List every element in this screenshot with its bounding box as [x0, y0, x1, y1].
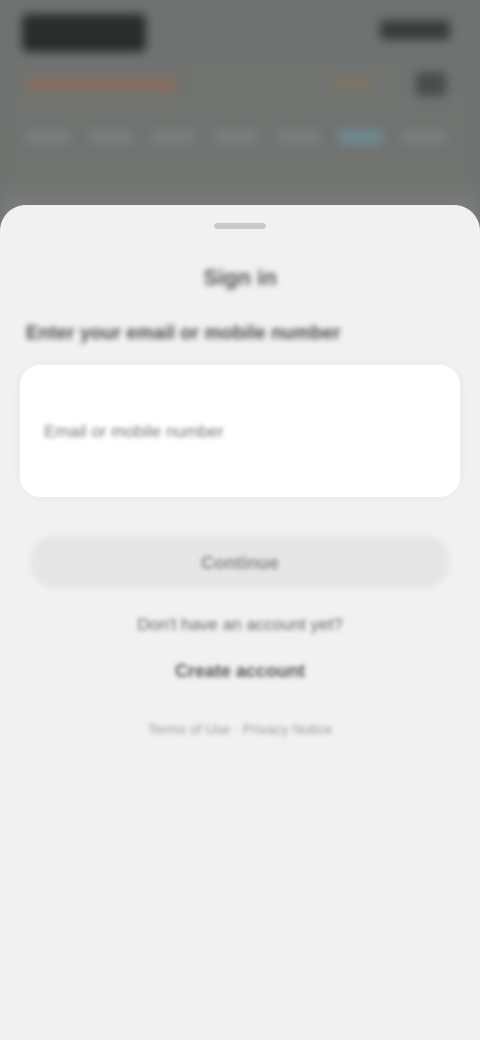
- email-field[interactable]: [42, 421, 426, 443]
- legal-links[interactable]: Terms of Use · Privacy Notice: [0, 721, 480, 737]
- background-nav-item: [339, 130, 384, 144]
- background-ticker-secondary: [330, 78, 370, 90]
- background-logo: [22, 14, 146, 52]
- sign-in-sheet: Sign in Enter your email or mobile numbe…: [0, 205, 480, 1040]
- background-nav-item: [26, 130, 70, 144]
- sheet-heading: Enter your email or mobile number: [26, 323, 341, 344]
- email-field-container[interactable]: [20, 365, 460, 497]
- background-nav-item: [213, 130, 258, 144]
- continue-button[interactable]: Continue: [30, 535, 450, 589]
- background-nav-item: [401, 130, 446, 144]
- background-status-icons: [380, 20, 450, 40]
- create-account-link[interactable]: Create account: [0, 661, 480, 682]
- create-account-prompt: Don't have an account yet?: [137, 615, 343, 634]
- background-ticker: [26, 78, 176, 90]
- background-nav-item: [88, 130, 133, 144]
- background-nav-item: [276, 130, 321, 144]
- sheet-drag-handle[interactable]: [214, 223, 266, 229]
- background-menu-icon: [416, 72, 446, 96]
- background-nav-row: [26, 130, 446, 152]
- sheet-title: Sign in: [203, 265, 277, 290]
- background-nav-item: [151, 130, 196, 144]
